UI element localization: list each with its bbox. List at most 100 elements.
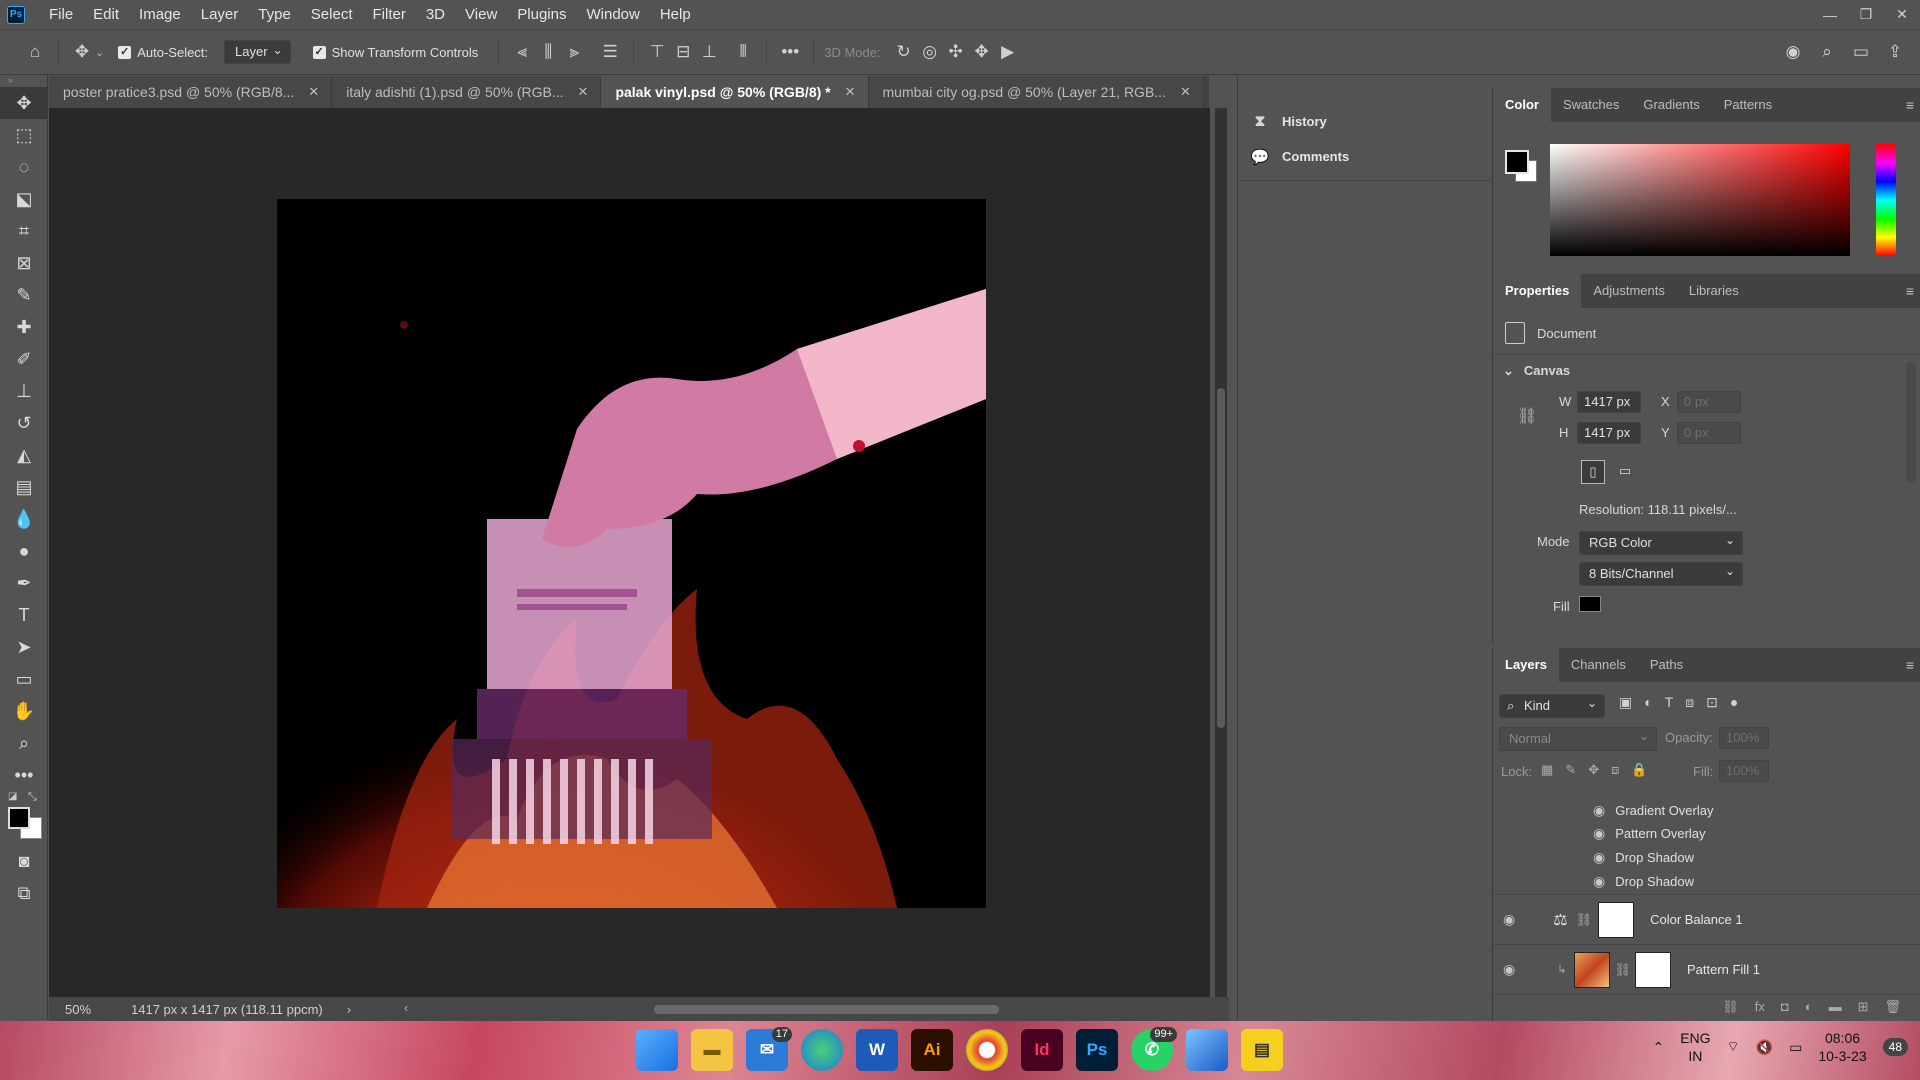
width-field[interactable]: 1417 px [1577,391,1641,413]
3d-orbit-icon[interactable]: ↻ [891,39,917,65]
properties-scrollbar[interactable] [1906,362,1916,482]
tab-adjustments[interactable]: Adjustments [1581,274,1677,308]
menu-3d[interactable]: 3D [416,0,455,29]
opacity-field[interactable]: 100% [1719,727,1769,749]
move-tool-preset-icon[interactable]: ✥ [69,39,95,65]
tab-properties[interactable]: Properties [1493,274,1582,308]
link-dimensions-icon[interactable]: ⛓ [1517,406,1537,426]
layer-mask-thumbnail[interactable] [1598,901,1635,938]
y-field[interactable]: 0 px [1677,422,1741,444]
layer-kind-filter[interactable]: ⌕ Kind [1499,692,1605,718]
menu-select[interactable]: Select [301,0,363,29]
align-left-icon[interactable]: ⫷ [509,39,535,65]
edit-toolbar-icon[interactable]: ••• [0,759,48,791]
tab-mumbai-city-og[interactable]: mumbai city og.psd @ 50% (Layer 21, RGB.… [868,76,1204,108]
share-user-icon[interactable]: ◉ [1780,39,1806,65]
menu-help[interactable]: Help [650,0,701,29]
scroll-left-icon[interactable]: ‹ [404,1000,408,1015]
hand-tool-icon[interactable]: ✋ [0,695,48,727]
chevron-down-icon[interactable]: ⌄ [95,46,104,59]
battery-icon[interactable]: ▭ [1789,1039,1802,1056]
zoom-tool-icon[interactable]: ⌕ [0,727,48,759]
close-tab-icon[interactable]: ✕ [308,84,319,100]
effect-drop-shadow[interactable]: ◉ Drop Shadow [1593,849,1694,866]
layer-row[interactable]: ◉ ⚖ ⛓ Color Balance 1 [1493,894,1920,944]
checkbox-checked-icon[interactable]: ✓ [118,45,132,59]
3d-camera-icon[interactable]: ▶ [995,39,1021,65]
checkbox-checked-icon[interactable]: ✓ [312,45,326,59]
align-bottom-icon[interactable]: ⊥ [696,39,722,65]
visibility-eye-icon[interactable]: ◉ [1503,961,1515,978]
panel-menu-icon[interactable]: ≡ [1906,97,1914,113]
align-top-icon[interactable]: ⊤ [644,39,670,65]
portrait-orientation-icon[interactable]: ▯ [1581,460,1605,484]
tab-poster-pratice3[interactable]: poster pratice3.psd @ 50% (RGB/8... ✕ [49,76,333,108]
tab-italy-adishti[interactable]: italy adishti (1).psd @ 50% (RGB... ✕ [332,76,602,108]
pattern-thumbnail[interactable] [1574,951,1611,988]
x-field[interactable]: 0 px [1677,391,1741,413]
tab-gradients[interactable]: Gradients [1631,88,1711,122]
mail-icon[interactable]: ✉ 17 [746,1027,792,1071]
canvas-section-header[interactable]: ⌄ Canvas [1503,363,1570,379]
layer-name[interactable]: Pattern Fill 1 [1687,962,1760,977]
filter-pixel-icon[interactable]: ▣ [1619,694,1632,711]
align-right-icon[interactable]: ⫸ [561,39,587,65]
marquee-tool-icon[interactable]: ⬚ [0,119,48,151]
swap-colors-icon[interactable]: ⤡ [28,791,37,804]
photoshop-taskbar-icon[interactable]: Ps [1076,1029,1118,1071]
chrome-icon[interactable] [966,1029,1008,1071]
restore-icon[interactable]: ❐ [1848,0,1884,29]
link-layers-icon[interactable]: ⛓ [1722,999,1739,1015]
share-icon[interactable]: ⇪ [1882,39,1908,65]
bit-depth-dropdown[interactable]: 8 Bits/Channel [1579,560,1743,586]
clock[interactable]: 08:06 10-3-23 [1818,1029,1866,1065]
delete-layer-icon[interactable]: 🗑 [1884,999,1901,1015]
start-icon[interactable] [636,1029,678,1071]
add-mask-icon[interactable]: ◘ [1781,999,1789,1014]
layer-row[interactable]: ◉ ↳ ⛓ Pattern Fill 1 [1493,944,1920,994]
whatsapp-icon[interactable]: ✆ 99+ [1131,1027,1177,1071]
tab-color[interactable]: Color [1493,88,1551,122]
filter-toggle-icon[interactable]: ● [1730,694,1738,711]
auto-select-target-dropdown[interactable]: Layer [224,39,291,64]
new-layer-icon[interactable]: ⊞ [1858,999,1869,1015]
brush-tool-icon[interactable]: ✐ [0,343,48,375]
scrollbar-thumb[interactable] [1217,388,1225,728]
workspace-icon[interactable]: ▭ [1848,39,1874,65]
menu-filter[interactable]: Filter [363,0,416,29]
align-middle-icon[interactable]: ⊟ [670,39,696,65]
object-select-tool-icon[interactable]: ⬕ [0,183,48,215]
path-selection-tool-icon[interactable]: ➤ [0,631,48,663]
link-icon[interactable]: ⛓ [1614,962,1631,978]
history-panel-button[interactable]: ⧗ History [1238,104,1491,139]
fill-color-swatch[interactable] [1579,596,1601,612]
tab-layers[interactable]: Layers [1493,648,1559,682]
document-canvas[interactable] [277,199,986,908]
new-adjustment-icon[interactable]: ◐ [1805,999,1813,1014]
comments-panel-button[interactable]: 💬 Comments [1238,139,1491,174]
new-group-icon[interactable]: ▬ [1829,999,1842,1014]
quick-mask-icon[interactable]: ◙ [0,845,48,877]
visibility-eye-icon[interactable]: ◉ [1503,911,1515,928]
3d-pan-icon[interactable]: ✣ [943,39,969,65]
volume-muted-icon[interactable]: 🔇 [1756,1039,1773,1056]
tab-palak-vinyl[interactable]: palak vinyl.psd @ 50% (RGB/8) * ✕ [601,76,869,108]
lasso-tool-icon[interactable]: ◌ [0,151,48,183]
illustrator-icon[interactable]: Ai [911,1029,953,1071]
screen-mode-icon[interactable]: ⧉ [0,877,48,909]
edge-browser-icon[interactable] [801,1029,843,1071]
auto-select-checkbox[interactable]: ✓ Auto-Select: [118,45,208,60]
tab-swatches[interactable]: Swatches [1551,88,1631,122]
history-brush-tool-icon[interactable]: ↺ [0,407,48,439]
menu-window[interactable]: Window [576,0,649,29]
panel-menu-icon[interactable]: ≡ [1906,283,1914,299]
blur-tool-icon[interactable]: 💧 [0,503,48,535]
menu-view[interactable]: View [455,0,507,29]
effect-drop-shadow[interactable]: ◉ Drop Shadow [1593,873,1694,890]
default-colors-icon[interactable]: ◪ [8,791,17,802]
vertical-scrollbar[interactable] [1215,108,1227,997]
blend-mode-dropdown[interactable]: Normal [1499,725,1657,751]
eyedropper-tool-icon[interactable]: ✎ [0,279,48,311]
filter-shape-icon[interactable]: ⧈ [1685,694,1694,711]
eye-icon[interactable]: ◉ [1593,849,1605,866]
